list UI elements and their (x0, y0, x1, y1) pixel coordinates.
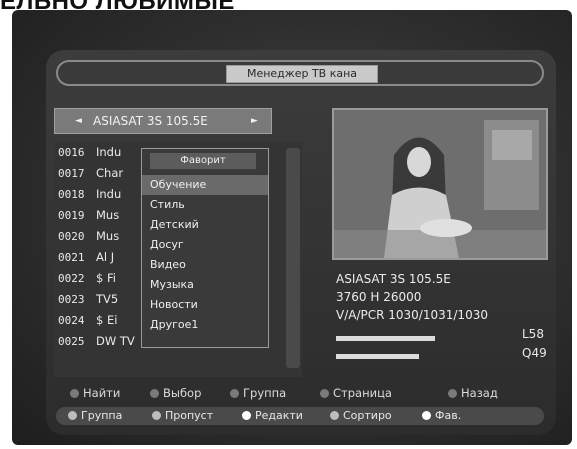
hint-select[interactable]: Выбор (150, 386, 201, 400)
favorite-item[interactable]: Детский (142, 215, 268, 235)
hint-find[interactable]: Найти (70, 386, 120, 400)
hint-page[interactable]: Страница (320, 386, 392, 400)
hint-select-label: Выбор (163, 386, 202, 400)
signal-level-label: L58 (522, 327, 544, 341)
tv-screen: Менеджер ТВ кана ◄ ASIASAT 3S 105.5E ► 0… (46, 50, 556, 435)
channel-number: 0025 (58, 335, 85, 348)
exit-icon (448, 389, 457, 398)
channel-name: Mus (96, 229, 120, 243)
favorite-item[interactable]: Видео (142, 255, 268, 275)
channel-name: Al J (96, 250, 115, 264)
color-key-bar: Группа Пропуст Редакти Сортиро Фав. (56, 407, 544, 425)
key-edit-label: Редакти (255, 409, 303, 422)
key-skip-label: Пропуст (165, 409, 214, 422)
key-sort-label: Сортиро (343, 409, 392, 422)
favorite-item[interactable]: Стиль (142, 195, 268, 215)
favorite-item[interactable]: Другое1 (142, 315, 268, 335)
right-arrow-icon[interactable]: ► (251, 109, 258, 133)
key-fav-label: Фав. (435, 409, 462, 422)
video-preview (332, 108, 548, 260)
key-fav[interactable]: Фав. (422, 409, 461, 423)
channel-name: TV5 (96, 292, 119, 306)
hint-group-label: Группа (243, 386, 287, 400)
info-satellite: ASIASAT 3S 105.5E (336, 272, 451, 286)
channel-number: 0020 (58, 230, 85, 243)
key-group[interactable]: Группа (68, 409, 122, 423)
channel-number: 0018 (58, 188, 85, 201)
info-pids: V/A/PCR 1030/1031/1030 (336, 308, 488, 322)
preview-image (334, 110, 546, 258)
channel-number: 0023 (58, 293, 85, 306)
hint-back[interactable]: Назад (448, 386, 498, 400)
channel-number: 0017 (58, 167, 85, 180)
channel-name: $ Ei (96, 313, 118, 327)
satellite-selector[interactable]: ◄ ASIASAT 3S 105.5E ► (54, 108, 272, 134)
channel-name: Indu (96, 145, 122, 159)
hint-group[interactable]: Группа (230, 386, 286, 400)
title-bar: Менеджер ТВ кана (56, 60, 544, 86)
updown-icon (230, 389, 239, 398)
left-arrow-icon[interactable]: ◄ (75, 109, 82, 133)
channel-name: DW TV (96, 334, 135, 348)
channel-name: Char (96, 166, 124, 180)
channel-number: 0024 (58, 314, 85, 327)
channel-name: $ Fi (96, 271, 116, 285)
key-skip[interactable]: Пропуст (152, 409, 213, 423)
red-key-icon (68, 411, 77, 420)
signal-quality-label: Q49 (522, 346, 547, 360)
info-transponder: 3760 H 26000 (336, 290, 422, 304)
ok-icon (70, 389, 79, 398)
favorite-item[interactable]: Досуг (142, 235, 268, 255)
page-icon (320, 389, 329, 398)
channel-number: 0019 (58, 209, 85, 222)
channel-number: 0016 (58, 146, 85, 159)
key-group-label: Группа (81, 409, 123, 422)
tv-frame: Менеджер ТВ кана ◄ ASIASAT 3S 105.5E ► 0… (12, 10, 572, 445)
favorite-item[interactable]: Музыка (142, 275, 268, 295)
channel-number: 0021 (58, 251, 85, 264)
signal-level-fill (336, 336, 435, 341)
channel-info: ASIASAT 3S 105.5E 3760 H 26000 V/A/PCR 1… (336, 270, 551, 324)
satellite-name: ASIASAT 3S 105.5E (93, 114, 208, 128)
yellow-key-icon (242, 411, 251, 420)
blue-key-icon (330, 411, 339, 420)
signal-quality-fill (336, 354, 420, 359)
hint-find-label: Найти (83, 386, 121, 400)
fav-key-icon (422, 411, 431, 420)
favorite-item[interactable]: Новости (142, 295, 268, 315)
scrollbar[interactable] (286, 148, 300, 368)
window-title: Менеджер ТВ кана (226, 65, 378, 83)
favorites-popup: Фаворит Обучение Стиль Детский Досуг Вид… (141, 148, 269, 348)
signal-level-bar (336, 336, 506, 341)
favorite-item[interactable]: Обучение (142, 175, 268, 195)
channel-number: 0022 (58, 272, 85, 285)
hint-back-label: Назад (461, 386, 498, 400)
favorites-title: Фаворит (150, 153, 256, 169)
signal-quality-bar (336, 354, 506, 359)
green-key-icon (152, 411, 161, 420)
ok-icon (150, 389, 159, 398)
channel-name: Mus (96, 208, 120, 222)
hint-bar: Найти Выбор Группа Страница Назад (70, 386, 540, 402)
key-edit[interactable]: Редакти (242, 409, 303, 423)
key-sort[interactable]: Сортиро (330, 409, 392, 423)
channel-name: Indu (96, 187, 122, 201)
hint-page-label: Страница (333, 386, 392, 400)
